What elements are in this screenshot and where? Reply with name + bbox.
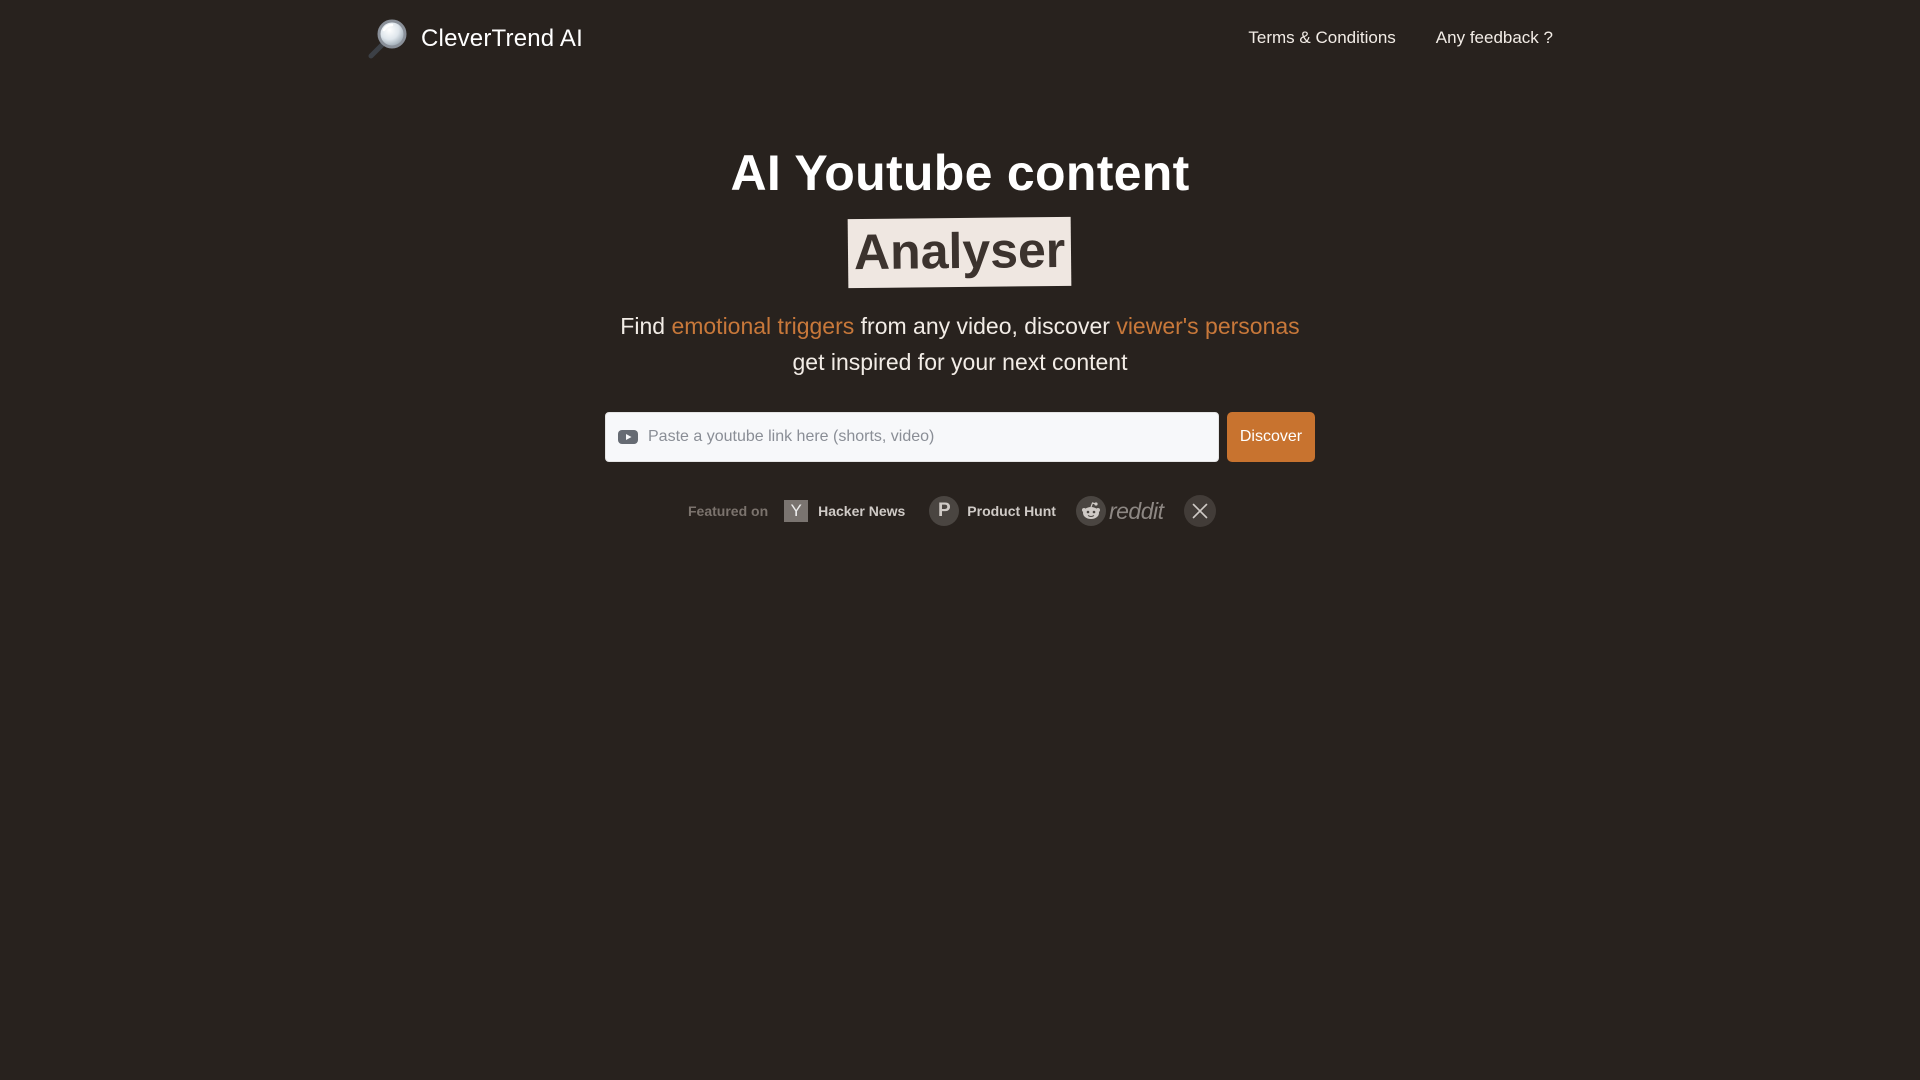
reddit-link[interactable]: reddit (1075, 496, 1164, 526)
brand-logo-link[interactable]: CleverTrend AI (367, 18, 583, 60)
hero-highlight-wrap: Analyser (0, 216, 1920, 289)
reddit-wordmark: reddit (1108, 497, 1164, 524)
subtitle-text: from any video, discover (854, 313, 1117, 339)
hacker-news-label: Hacker News (818, 503, 906, 519)
product-hunt-label: Product Hunt (967, 503, 1056, 519)
hero-title: AI Youtube content (730, 145, 1190, 201)
discover-button[interactable]: Discover (1227, 412, 1315, 462)
x-icon (1183, 495, 1216, 527)
hacker-news-icon: Y (784, 500, 809, 522)
subtitle-accent-emotional-triggers: emotional triggers (671, 313, 855, 339)
product-hunt-link[interactable]: P Product Hunt (929, 496, 1056, 526)
nav-terms-link[interactable]: Terms & Conditions (1248, 28, 1395, 48)
x-link[interactable] (1183, 495, 1216, 527)
youtube-link-input[interactable] (648, 413, 1218, 461)
featured-on-row: Featured on Y Hacker News P Product Hunt… (688, 494, 1216, 528)
search-form: Discover (605, 412, 1315, 462)
hero-highlight: Analyser (848, 216, 1072, 289)
magnifying-glass-icon (368, 19, 407, 59)
subtitle-line-2: get inspired for your next content (792, 349, 1128, 375)
hacker-news-link[interactable]: Y Hacker News (784, 500, 905, 522)
nav-feedback-link[interactable]: Any feedback ? (1436, 28, 1553, 48)
hero-subtitle: Find emotional triggers from any video, … (0, 308, 1920, 380)
brand-name: CleverTrend AI (421, 25, 583, 52)
search-box (605, 412, 1219, 462)
product-hunt-icon: P (929, 496, 960, 526)
header: CleverTrend AI Terms & Conditions Any fe… (0, 0, 1920, 80)
youtube-icon (618, 430, 638, 444)
subtitle-text: Find (620, 313, 672, 339)
subtitle-accent-viewer-personas: viewer's personas (1116, 313, 1300, 339)
reddit-icon (1075, 496, 1106, 526)
featured-label: Featured on (688, 503, 769, 519)
top-nav: Terms & Conditions Any feedback ? (1248, 28, 1553, 48)
